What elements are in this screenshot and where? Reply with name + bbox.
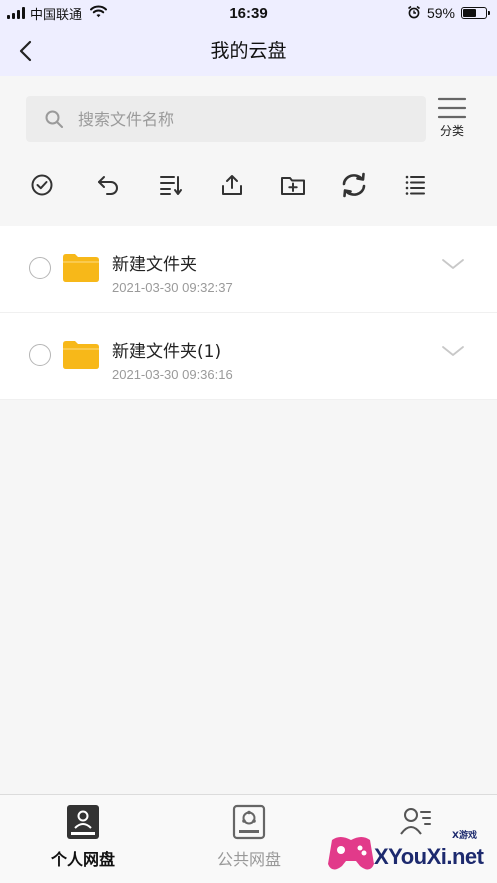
- list-icon: [405, 175, 425, 195]
- tab-public-disk[interactable]: 公共网盘: [166, 795, 332, 883]
- sort-button[interactable]: [156, 170, 186, 200]
- upload-icon: [222, 175, 242, 195]
- tab-label: 公共网盘: [216, 850, 281, 869]
- file-time: 2021-03-30 09:32:37: [112, 280, 233, 295]
- file-row[interactable]: 新建文件夹(1) 2021-03-30 09:36:16: [0, 313, 497, 400]
- refresh-button[interactable]: [339, 170, 369, 200]
- tab-personal-disk[interactable]: 个人网盘: [0, 795, 166, 883]
- select-radio[interactable]: [29, 257, 51, 279]
- file-list: 新建文件夹 2021-03-30 09:32:37 新建文件夹(1) 2021-…: [0, 226, 497, 400]
- list-view-button[interactable]: [400, 170, 430, 200]
- battery-icon: [461, 7, 490, 19]
- search-input[interactable]: [78, 109, 378, 129]
- carrier-name: 中国联通: [30, 7, 83, 23]
- personal-disk-icon: [67, 805, 99, 839]
- battery-percent: 59%: [426, 5, 455, 21]
- toolbar: [0, 156, 497, 218]
- back-button[interactable]: [12, 38, 38, 64]
- undo-icon: [98, 176, 118, 195]
- watermark-logo: X游戏 XYouXi.net: [326, 826, 496, 880]
- file-time: 2021-03-30 09:36:16: [112, 367, 233, 382]
- tab-label: 个人网盘: [50, 850, 115, 869]
- back-arrow-icon: [19, 40, 32, 62]
- gamepad-logo-icon: [328, 837, 374, 870]
- chevron-down-icon[interactable]: [440, 341, 466, 361]
- search-area: 分类: [0, 76, 497, 156]
- file-name: 新建文件夹: [112, 255, 197, 275]
- back-up-button[interactable]: [94, 170, 124, 200]
- chevron-down-icon[interactable]: [440, 254, 466, 274]
- category-label: 分类: [439, 124, 464, 138]
- select-radio[interactable]: [29, 344, 51, 366]
- watermark-text: XYouXi.net: [374, 844, 484, 869]
- category-button[interactable]: 分类: [434, 96, 470, 139]
- wifi-icon: [90, 5, 108, 21]
- nav-bar: 我的云盘: [0, 26, 497, 76]
- search-box[interactable]: [26, 96, 426, 142]
- folder-icon: [63, 341, 99, 369]
- select-all-button[interactable]: [27, 170, 57, 200]
- file-name: 新建文件夹(1): [112, 342, 222, 362]
- public-disk-icon: [232, 804, 266, 840]
- page-title: 我的云盘: [210, 40, 287, 62]
- signal-icon: [7, 7, 25, 19]
- watermark-small-text: X游戏: [452, 831, 477, 841]
- menu-icon: [437, 97, 467, 119]
- alarm-icon: [407, 5, 421, 22]
- upload-button[interactable]: [217, 170, 247, 200]
- check-circle-icon: [31, 174, 53, 196]
- folder-icon: [63, 254, 99, 282]
- sort-icon: [160, 176, 182, 195]
- search-icon: [44, 109, 64, 129]
- file-row[interactable]: 新建文件夹 2021-03-30 09:32:37: [0, 226, 497, 313]
- new-folder-icon: [281, 177, 305, 195]
- new-folder-button[interactable]: [278, 170, 308, 200]
- status-bar: 中国联通 16:39 59%: [0, 0, 497, 26]
- refresh-icon: [342, 172, 366, 198]
